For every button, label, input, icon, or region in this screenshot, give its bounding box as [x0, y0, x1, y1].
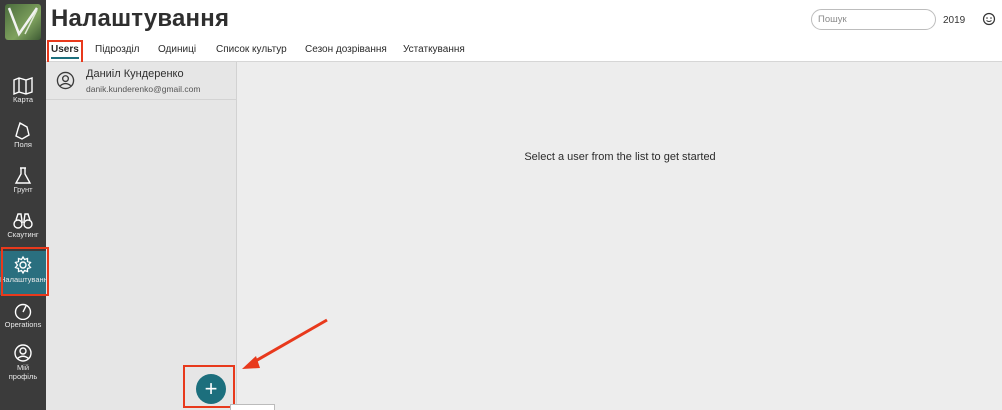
feedback-smile-icon[interactable]	[982, 12, 996, 31]
list-item[interactable]: Даниіл Кундеренко danik.kunderenko@gmail…	[46, 62, 237, 100]
sidebar-item-operations[interactable]: Operations	[0, 298, 46, 342]
empty-state-message: Select a user from the list to get start…	[524, 151, 716, 163]
header: Налаштування 2019 Users Підрозділ Одиниц…	[46, 0, 1002, 64]
season-year[interactable]: 2019	[943, 15, 965, 26]
sidebar-item-label: Скаутинг	[7, 230, 39, 239]
app-logo[interactable]	[5, 4, 41, 40]
sidebar-item-label: Мій профіль	[8, 363, 38, 381]
page-title: Налаштування	[51, 5, 230, 32]
binoculars-icon	[13, 213, 33, 229]
sidebar-item-label: Поля	[14, 140, 32, 149]
tab-ripening-season[interactable]: Сезон дозрівання	[305, 44, 387, 55]
tab-subdivision[interactable]: Підрозділ	[95, 44, 140, 55]
highlight-settings-item	[1, 247, 49, 296]
sidebar: Карта Поля Грунт Скаутинг Налаштування O…	[0, 0, 46, 410]
search-input[interactable]	[811, 9, 936, 30]
sidebar-item-profile[interactable]: Мій профіль	[0, 339, 46, 385]
gauge-icon	[14, 303, 32, 320]
sidebar-item-label: Грунт	[13, 185, 33, 194]
sidebar-item-label: Карта	[12, 95, 34, 104]
tab-units[interactable]: Одиниці	[158, 44, 196, 55]
app-root: Карта Поля Грунт Скаутинг Налаштування O…	[0, 0, 1002, 410]
field-icon	[15, 122, 30, 140]
user-email: danik.kunderenko@gmail.com	[86, 84, 201, 94]
sidebar-item-scouting[interactable]: Скаутинг	[0, 208, 46, 252]
tab-crop-list[interactable]: Список культур	[216, 44, 287, 55]
sidebar-item-label: Operations	[4, 320, 42, 329]
add-user-tooltip	[230, 404, 275, 410]
sidebar-item-fields[interactable]: Поля	[0, 118, 46, 162]
user-circle-icon	[14, 344, 32, 362]
users-list: Даниіл Кундеренко danik.kunderenko@gmail…	[46, 62, 237, 410]
sidebar-item-soil[interactable]: Грунт	[0, 163, 46, 207]
highlight-users-tab	[47, 40, 83, 64]
main-panel: Select a user from the list to get start…	[238, 62, 1002, 410]
map-icon	[13, 77, 33, 95]
user-name: Даниіл Кундеренко	[86, 68, 184, 80]
sidebar-item-map[interactable]: Карта	[0, 73, 46, 117]
flask-icon	[14, 167, 32, 184]
tab-equipment[interactable]: Устаткування	[403, 44, 465, 55]
add-user-button[interactable]: +	[196, 374, 226, 404]
user-avatar-icon	[56, 71, 75, 90]
